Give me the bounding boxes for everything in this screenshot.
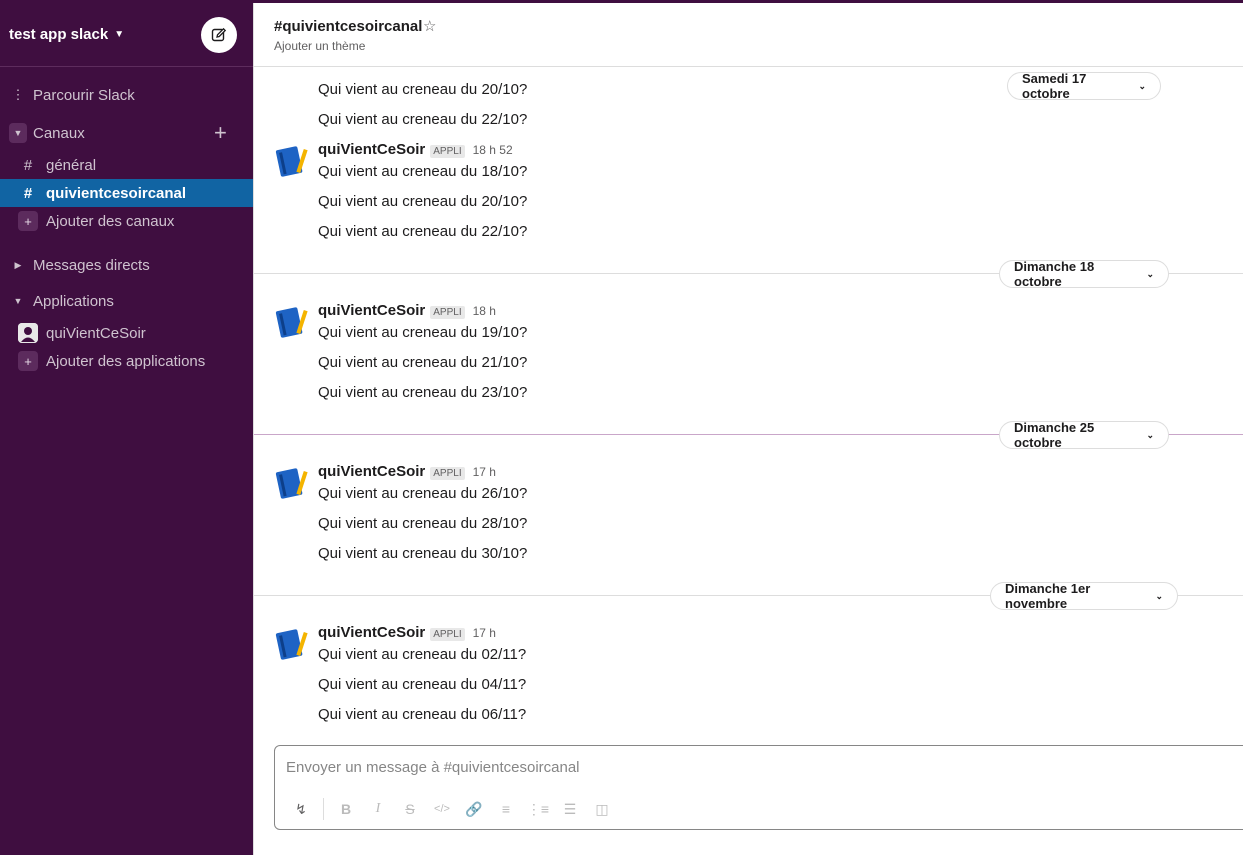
message-line: Qui vient au creneau du 20/10? bbox=[318, 193, 528, 210]
sidebar-browse-label: Parcourir Slack bbox=[33, 86, 135, 104]
link-icon[interactable]: 🔗 bbox=[458, 801, 490, 818]
message-header: quiVientCeSoir APPLI 17 h bbox=[318, 624, 496, 641]
date-label: Samedi 17 octobre bbox=[1022, 71, 1087, 101]
sidebar-section-applications[interactable]: ▼ Applications bbox=[0, 287, 253, 315]
sender-name[interactable]: quiVientCeSoir bbox=[318, 463, 425, 480]
composer-placeholder[interactable]: Envoyer un message à #quivientcesoircana… bbox=[286, 759, 580, 776]
ordered-list-icon[interactable]: ≡ bbox=[490, 801, 522, 817]
shortcuts-bolt-icon[interactable]: ↯ bbox=[285, 801, 317, 818]
message-time[interactable]: 17 h bbox=[473, 465, 496, 479]
sidebar-item-general[interactable]: # général bbox=[0, 151, 253, 179]
channel-header: #quivientcesoircanal ☆ Ajouter un thème bbox=[254, 3, 1243, 67]
message-line: Qui vient au creneau du 20/10? bbox=[318, 81, 528, 98]
message-line: Qui vient au creneau du 22/10? bbox=[318, 223, 528, 240]
sidebar-item-quivientcesoircanal[interactable]: # quivientcesoircanal bbox=[0, 179, 253, 207]
add-channel-plus-icon[interactable]: + bbox=[214, 120, 227, 146]
bot-avatar[interactable] bbox=[274, 626, 310, 662]
sidebar-item-label: quiVientCeSoir bbox=[46, 324, 146, 342]
chevron-down-icon: ⌄ bbox=[1146, 429, 1154, 440]
date-divider-pill[interactable]: Dimanche 18 octobre ⌄ bbox=[999, 259, 1169, 289]
bot-avatar[interactable] bbox=[274, 143, 310, 179]
chevron-down-icon: ⌄ bbox=[1155, 590, 1163, 601]
bot-avatar[interactable] bbox=[274, 304, 310, 340]
add-channels-label: Ajouter des canaux bbox=[46, 212, 175, 230]
message-time[interactable]: 17 h bbox=[473, 626, 496, 640]
workspace-name[interactable]: test app slack bbox=[9, 26, 108, 43]
date-label: Dimanche 1er novembre bbox=[1005, 581, 1091, 611]
sidebar-section-direct-messages[interactable]: ▶ Messages directs bbox=[0, 251, 253, 279]
sender-name[interactable]: quiVientCeSoir bbox=[318, 141, 425, 158]
blockquote-icon[interactable]: ☰ bbox=[554, 801, 586, 818]
add-apps-label: Ajouter des applications bbox=[46, 352, 206, 370]
message-line: Qui vient au creneau du 06/11? bbox=[318, 706, 527, 723]
code-icon[interactable]: </> bbox=[426, 803, 458, 815]
message-time[interactable]: 18 h bbox=[473, 304, 496, 318]
app-badge: APPLI bbox=[430, 628, 465, 641]
message-line: Qui vient au creneau du 22/10? bbox=[318, 111, 528, 128]
message-header: quiVientCeSoir APPLI 18 h bbox=[318, 302, 496, 319]
app-badge: APPLI bbox=[430, 467, 465, 480]
sender-name[interactable]: quiVientCeSoir bbox=[318, 302, 425, 319]
message-header: quiVientCeSoir APPLI 17 h bbox=[318, 463, 496, 480]
message-line: Qui vient au creneau du 21/10? bbox=[318, 354, 528, 371]
strikethrough-icon[interactable]: S bbox=[394, 801, 426, 817]
message-line: Qui vient au creneau du 26/10? bbox=[318, 485, 528, 502]
chevron-down-icon: ▼ bbox=[114, 29, 125, 40]
message-line: Qui vient au creneau du 02/11? bbox=[318, 646, 527, 663]
code-block-icon[interactable]: ◫ bbox=[586, 801, 618, 818]
date-divider-pill[interactable]: Samedi 17 octobre ⌄ bbox=[1007, 71, 1161, 101]
app-badge: APPLI bbox=[430, 145, 465, 158]
sidebar-browse-slack[interactable]: ⋮ Parcourir Slack bbox=[0, 81, 253, 109]
hash-icon: # bbox=[23, 156, 33, 174]
toolbar-separator bbox=[323, 798, 324, 820]
date-divider-pill[interactable]: Dimanche 1er novembre ⌄ bbox=[990, 581, 1178, 611]
chevron-down-icon: ⌄ bbox=[1138, 80, 1146, 91]
bulleted-list-icon[interactable]: ⋮≡ bbox=[522, 801, 554, 818]
compose-button[interactable] bbox=[201, 17, 237, 53]
star-icon[interactable]: ☆ bbox=[423, 17, 436, 35]
bold-icon[interactable]: B bbox=[330, 801, 362, 817]
caret-right-icon: ▶ bbox=[14, 259, 22, 270]
channel-title[interactable]: #quivientcesoircanal bbox=[274, 18, 422, 35]
message-time[interactable]: 18 h 52 bbox=[473, 143, 513, 157]
plus-icon: + bbox=[18, 351, 38, 371]
channels-header-label: Canaux bbox=[33, 124, 85, 142]
italic-icon[interactable]: I bbox=[362, 801, 394, 817]
date-label: Dimanche 25 octobre bbox=[1014, 420, 1095, 450]
applications-label: Applications bbox=[33, 292, 114, 310]
channel-topic[interactable]: Ajouter un thème bbox=[274, 39, 365, 53]
plus-icon: + bbox=[18, 211, 38, 231]
date-label: Dimanche 18 octobre bbox=[1014, 259, 1095, 289]
caret-down-icon: ▼ bbox=[9, 123, 27, 143]
message-header: quiVientCeSoir APPLI 18 h 52 bbox=[318, 141, 513, 158]
sidebar-item-label: quivientcesoircanal bbox=[46, 184, 187, 202]
message-line: Qui vient au creneau du 04/11? bbox=[318, 676, 527, 693]
message-line: Qui vient au creneau du 23/10? bbox=[318, 384, 528, 401]
sidebar: test app slack ▼ ⋮ Parcourir Slack ▼ Can… bbox=[0, 3, 253, 855]
bot-avatar[interactable] bbox=[274, 465, 310, 501]
sidebar-add-apps[interactable]: + Ajouter des applications bbox=[0, 347, 253, 375]
formatting-toolbar: ↯ B I S </> 🔗 ≡ ⋮≡ ☰ ◫ bbox=[285, 798, 618, 820]
app-avatar-icon bbox=[18, 323, 38, 343]
sidebar-section-channels[interactable]: ▼ Canaux + bbox=[0, 119, 253, 147]
caret-down-icon: ▼ bbox=[13, 296, 23, 306]
message-line: Qui vient au creneau du 30/10? bbox=[318, 545, 528, 562]
compose-icon bbox=[211, 27, 227, 42]
message-composer[interactable]: Envoyer un message à #quivientcesoircana… bbox=[274, 745, 1243, 830]
message-line: Qui vient au creneau du 18/10? bbox=[318, 163, 528, 180]
workspace-header[interactable]: test app slack ▼ bbox=[0, 3, 253, 67]
message-line: Qui vient au creneau du 19/10? bbox=[318, 324, 528, 341]
sender-name[interactable]: quiVientCeSoir bbox=[318, 624, 425, 641]
hash-icon: # bbox=[23, 184, 33, 202]
message-line: Qui vient au creneau du 28/10? bbox=[318, 515, 528, 532]
date-divider-pill[interactable]: Dimanche 25 octobre ⌄ bbox=[999, 420, 1169, 450]
direct-messages-label: Messages directs bbox=[33, 256, 150, 274]
chevron-down-icon: ⌄ bbox=[1146, 268, 1154, 279]
sidebar-item-quivientcesoir-app[interactable]: quiVientCeSoir bbox=[0, 319, 253, 347]
sidebar-add-channels[interactable]: + Ajouter des canaux bbox=[0, 207, 253, 235]
main-panel: #quivientcesoircanal ☆ Ajouter un thème … bbox=[253, 3, 1243, 855]
app-badge: APPLI bbox=[430, 306, 465, 319]
more-vertical-icon: ⋮ bbox=[11, 87, 25, 102]
sidebar-item-label: général bbox=[46, 156, 97, 174]
